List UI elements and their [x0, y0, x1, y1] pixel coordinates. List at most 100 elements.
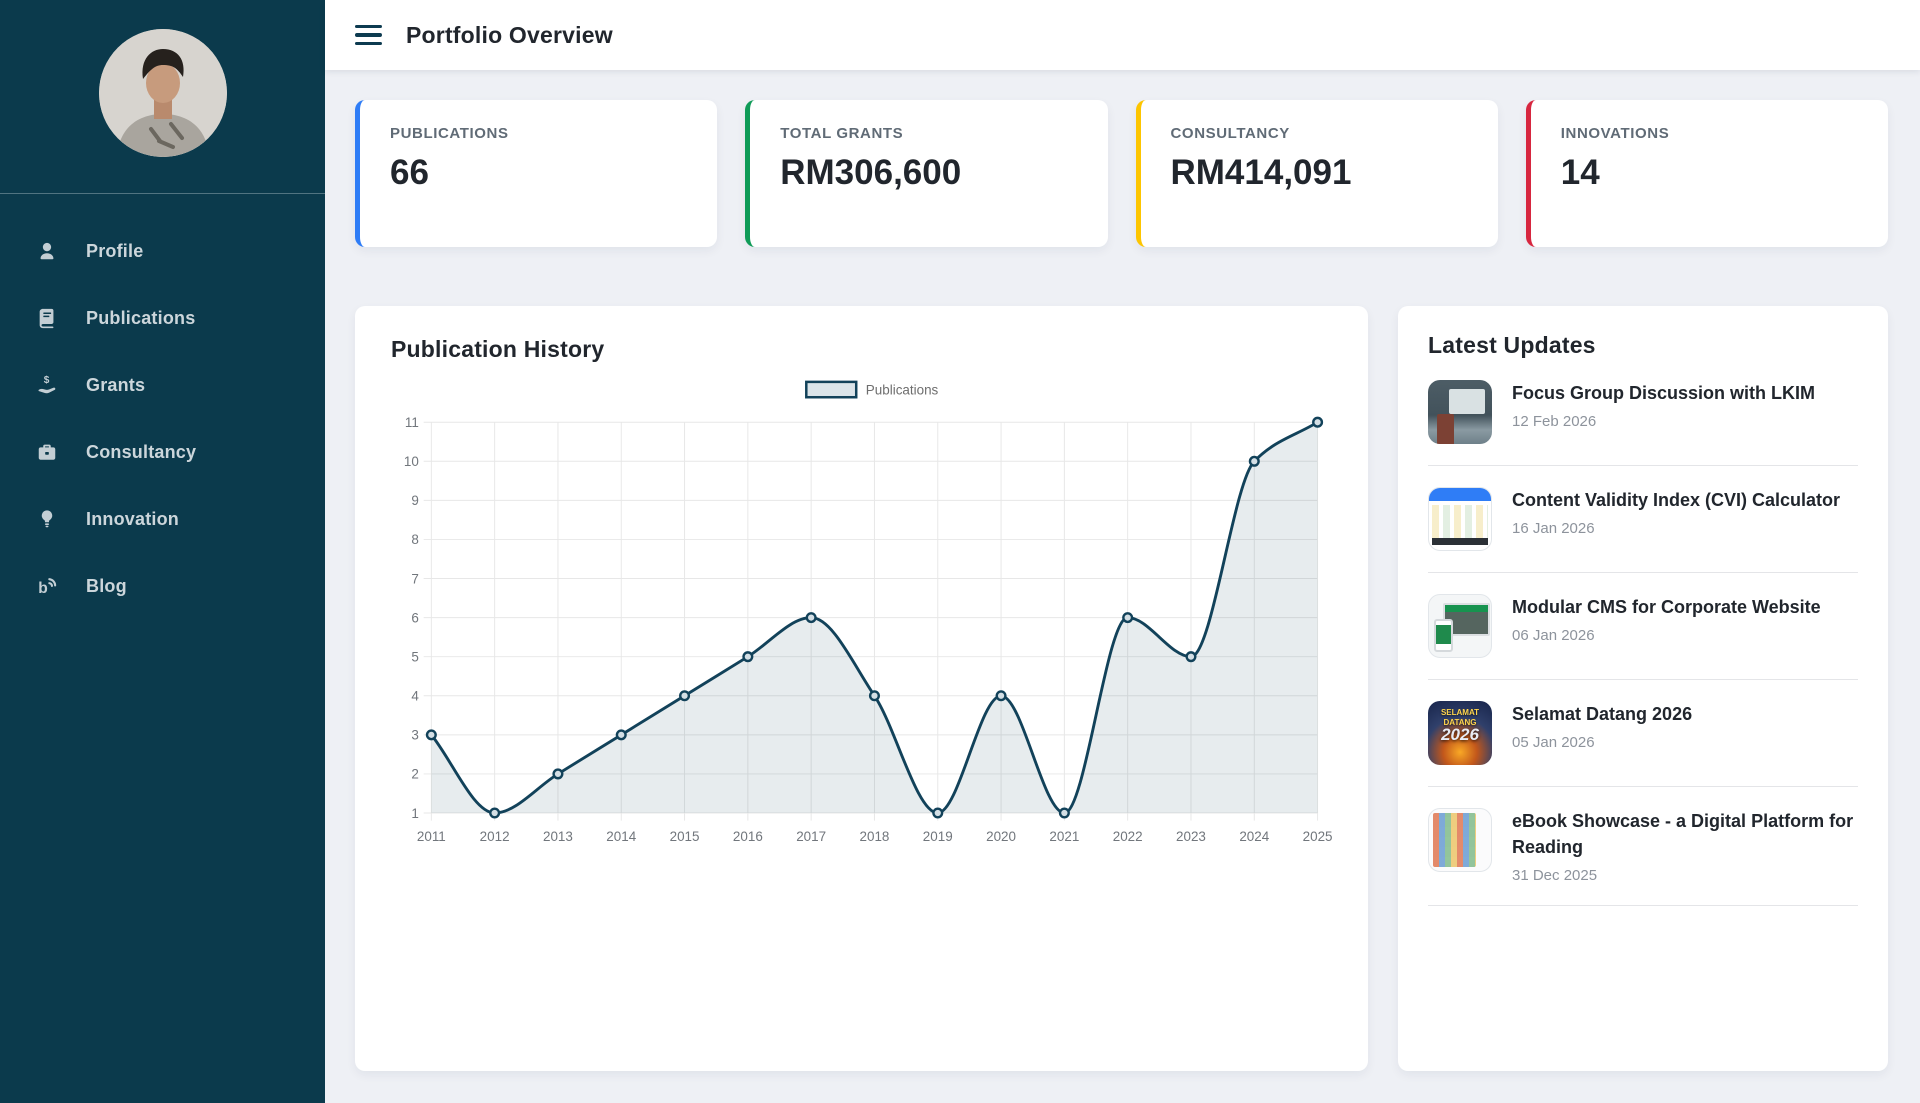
update-date: 06 Jan 2026 — [1512, 627, 1821, 644]
update-item[interactable]: SELAMAT DATANG2026 Selamat Datang 2026 05 … — [1428, 680, 1858, 787]
stat-label: CONSULTANCY — [1171, 125, 1468, 142]
svg-text:2012: 2012 — [480, 829, 510, 844]
topbar: Portfolio Overview — [325, 0, 1920, 70]
sidebar-item-publications[interactable]: Publications — [0, 291, 325, 345]
menu-icon[interactable] — [355, 25, 382, 46]
chart-legend[interactable]: Publications — [806, 382, 938, 397]
main-area: Portfolio Overview PUBLICATIONS 66 TOTAL G… — [325, 0, 1920, 1103]
update-thumbnail-book-cover-grid — [1428, 808, 1492, 872]
stat-label: INNOVATIONS — [1561, 125, 1858, 142]
stat-value: RM414,091 — [1171, 153, 1468, 193]
update-item[interactable]: Modular CMS for Corporate Website 06 Jan … — [1428, 573, 1858, 680]
svg-text:2022: 2022 — [1113, 829, 1143, 844]
update-thumbnail-new-year-poster: SELAMAT DATANG2026 — [1428, 701, 1492, 765]
svg-text:1: 1 — [411, 806, 418, 821]
update-thumbnail-photo-presentation-podium — [1428, 380, 1492, 444]
sidebar-item-label: Consultancy — [86, 442, 196, 463]
avatar-photo — [99, 29, 227, 157]
svg-text:11: 11 — [405, 415, 419, 430]
svg-text:2018: 2018 — [860, 829, 890, 844]
svg-text:2011: 2011 — [417, 829, 446, 844]
hand-dollar-icon: $ — [36, 374, 58, 396]
publication-history-card: Publication History 1 2 3 4 5 6 7 8 9 10 11 2011 201… — [355, 306, 1368, 1071]
book-icon — [36, 307, 58, 329]
svg-text:2024: 2024 — [1239, 829, 1269, 844]
update-date: 31 Dec 2025 — [1512, 867, 1858, 884]
svg-text:2015: 2015 — [670, 829, 700, 844]
lightbulb-icon — [36, 508, 58, 530]
sidebar-item-profile[interactable]: Profile — [0, 224, 325, 278]
svg-text:2021: 2021 — [1049, 829, 1079, 844]
update-date: 16 Jan 2026 — [1512, 520, 1840, 537]
page-title: Portfolio Overview — [406, 22, 613, 49]
avatar — [99, 29, 227, 157]
svg-text:2025: 2025 — [1303, 829, 1332, 844]
update-thumbnail-spreadsheet-screenshot — [1428, 487, 1492, 551]
svg-text:2017: 2017 — [796, 829, 826, 844]
update-item[interactable]: Focus Group Discussion with LKIM 12 Feb 2… — [1428, 359, 1858, 466]
chart-legend-label: Publications — [866, 382, 939, 397]
sidebar-item-blog[interactable]: b Blog — [0, 559, 325, 613]
sidebar: Profile Publications $ Grants Consultancy Inn… — [0, 0, 325, 1103]
update-item[interactable]: Content Validity Index (CVI) Calculator 1… — [1428, 466, 1858, 573]
stat-label: TOTAL GRANTS — [780, 125, 1077, 142]
svg-text:8: 8 — [411, 532, 418, 547]
publication-history-chart: 1 2 3 4 5 6 7 8 9 10 11 2011 2012 2013 2014 2015 2016 201… — [391, 379, 1332, 864]
update-title: Modular CMS for Corporate Website — [1512, 594, 1821, 620]
stat-card-total-grants: TOTAL GRANTS RM306,600 — [745, 100, 1107, 247]
update-title: Selamat Datang 2026 — [1512, 701, 1692, 727]
svg-text:9: 9 — [411, 493, 418, 508]
panels: Publication History 1 2 3 4 5 6 7 8 9 10 11 2011 201… — [355, 306, 1888, 1071]
stats-row: PUBLICATIONS 66 TOTAL GRANTS RM306,600 CONSU… — [355, 100, 1888, 247]
updates-title: Latest Updates — [1428, 332, 1858, 359]
update-title: Content Validity Index (CVI) Calculator — [1512, 487, 1840, 513]
stat-label: PUBLICATIONS — [390, 125, 687, 142]
sidebar-item-consultancy[interactable]: Consultancy — [0, 425, 325, 479]
svg-text:5: 5 — [411, 649, 418, 664]
svg-text:2023: 2023 — [1176, 829, 1206, 844]
svg-text:7: 7 — [411, 571, 418, 586]
latest-updates-card: Latest Updates Focus Group Discussion wi… — [1398, 306, 1888, 1071]
svg-text:2016: 2016 — [733, 829, 763, 844]
svg-text:2019: 2019 — [923, 829, 953, 844]
svg-text:4: 4 — [411, 689, 419, 704]
sidebar-item-label: Innovation — [86, 509, 179, 530]
stat-card-consultancy: CONSULTANCY RM414,091 — [1136, 100, 1498, 247]
content: PUBLICATIONS 66 TOTAL GRANTS RM306,600 CONSU… — [325, 70, 1920, 1103]
update-thumbnail-responsive-website-mockup — [1428, 594, 1492, 658]
thumbnail-text: 2026 — [1428, 725, 1492, 745]
stat-value: 14 — [1561, 153, 1858, 193]
svg-text:$: $ — [44, 375, 50, 386]
stat-card-publications: PUBLICATIONS 66 — [355, 100, 717, 247]
stat-value: RM306,600 — [780, 153, 1077, 193]
sidebar-profile-section — [0, 0, 325, 193]
user-icon — [36, 240, 58, 262]
sidebar-item-label: Publications — [86, 308, 195, 329]
sidebar-item-innovation[interactable]: Innovation — [0, 492, 325, 546]
stat-card-innovations: INNOVATIONS 14 — [1526, 100, 1888, 247]
app-root: Profile Publications $ Grants Consultancy Inn… — [0, 0, 1920, 1103]
chart-title: Publication History — [391, 336, 1332, 363]
sidebar-item-grants[interactable]: $ Grants — [0, 358, 325, 412]
svg-text:10: 10 — [404, 454, 419, 469]
briefcase-icon — [36, 441, 58, 463]
svg-text:2020: 2020 — [986, 829, 1016, 844]
sidebar-item-label: Blog — [86, 576, 127, 597]
stat-value: 66 — [390, 153, 687, 193]
updates-list: Focus Group Discussion with LKIM 12 Feb 2… — [1428, 359, 1858, 906]
blog-icon: b — [36, 575, 58, 597]
svg-text:2014: 2014 — [606, 829, 636, 844]
svg-text:b: b — [38, 580, 48, 597]
update-title: Focus Group Discussion with LKIM — [1512, 380, 1815, 406]
svg-text:6: 6 — [411, 610, 418, 625]
svg-text:2: 2 — [411, 767, 418, 782]
update-item[interactable]: eBook Showcase - a Digital Platform for … — [1428, 787, 1858, 906]
sidebar-item-label: Grants — [86, 375, 145, 396]
svg-text:2013: 2013 — [543, 829, 573, 844]
sidebar-item-label: Profile — [86, 241, 143, 262]
svg-text:3: 3 — [411, 728, 418, 743]
sidebar-nav: Profile Publications $ Grants Consultancy Inn… — [0, 194, 325, 626]
update-date: 12 Feb 2026 — [1512, 413, 1815, 430]
update-title: eBook Showcase - a Digital Platform for … — [1512, 808, 1858, 860]
update-date: 05 Jan 2026 — [1512, 734, 1692, 751]
